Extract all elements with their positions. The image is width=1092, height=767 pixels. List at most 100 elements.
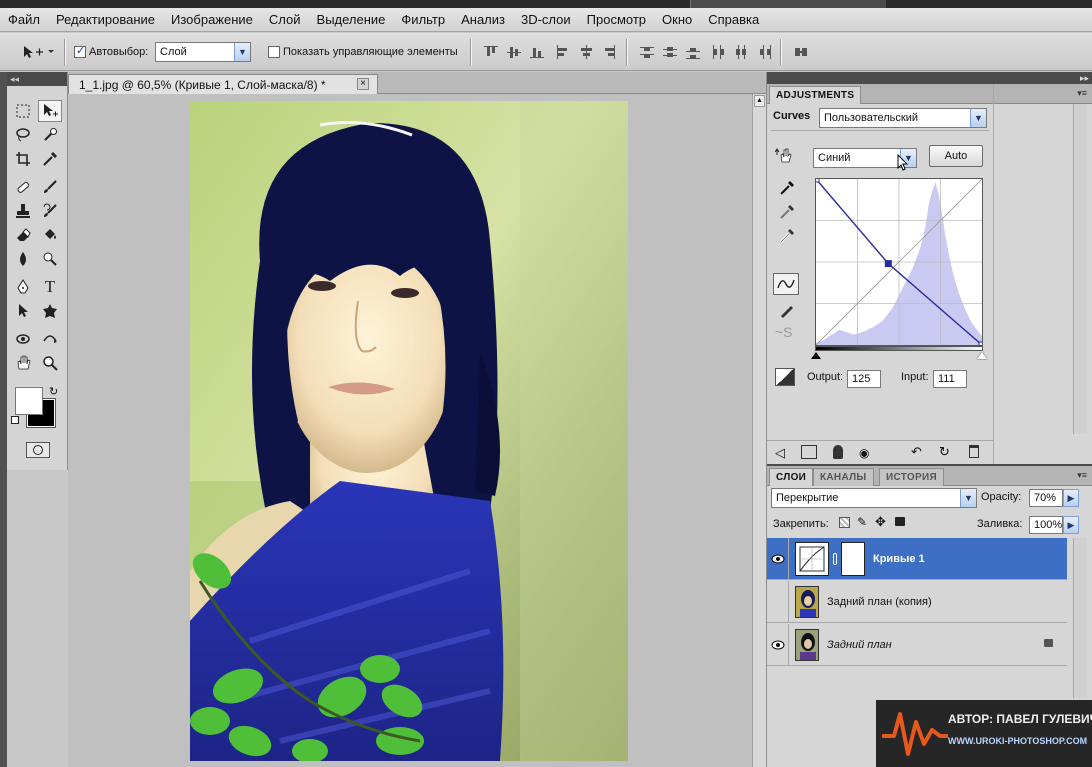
lock-all-icon[interactable] [895, 517, 905, 526]
clone-stamp-tool-icon[interactable] [11, 200, 35, 222]
lock-transparency-icon[interactable] [839, 517, 850, 528]
layers-scrollbar[interactable] [1073, 538, 1087, 698]
distribute-left-icon[interactable] [711, 45, 725, 59]
curves-graph[interactable] [812, 175, 986, 349]
black-point-slider[interactable] [811, 352, 821, 359]
adjustments-scrollbar[interactable] [1073, 104, 1087, 434]
menu-layer[interactable]: Слой [261, 8, 309, 32]
distribute-bottom-icon[interactable] [686, 45, 700, 59]
photo-canvas[interactable] [190, 101, 628, 761]
white-point-eyedropper-icon[interactable] [779, 228, 795, 247]
layer-row-background[interactable]: Задний план [767, 623, 1067, 666]
quick-selection-tool-icon[interactable] [38, 124, 62, 146]
layer-row-curves[interactable]: Кривые 1 [767, 537, 1067, 580]
menu-help[interactable]: Справка [700, 8, 767, 32]
panel-menu-icon[interactable]: ▾≡ [1077, 88, 1087, 99]
visibility-eye-icon[interactable] [767, 623, 789, 666]
on-image-adjust-icon[interactable] [774, 146, 793, 167]
blur-tool-icon[interactable] [11, 248, 35, 270]
menu-filter[interactable]: Фильтр [393, 8, 453, 32]
menu-analysis[interactable]: Анализ [453, 8, 513, 32]
auto-align-layers-icon[interactable] [794, 45, 808, 59]
hand-tool-icon[interactable] [11, 352, 35, 374]
layer-row-background-copy[interactable]: Задний план (копия) [767, 580, 1067, 623]
brush-tool-icon[interactable] [38, 176, 62, 198]
auto-button[interactable]: Auto [929, 145, 983, 167]
checkbox-unchecked[interactable] [268, 46, 280, 58]
menu-view[interactable]: Просмотр [579, 8, 654, 32]
curves-preset-dropdown[interactable]: Пользовательский ▼ [819, 108, 987, 128]
black-point-eyedropper-icon[interactable] [779, 180, 795, 199]
tab-adjustments[interactable]: ADJUSTMENTS [769, 86, 862, 104]
align-left-icon[interactable] [556, 45, 570, 59]
align-vcenter-icon[interactable] [507, 45, 521, 59]
menu-edit[interactable]: Редактирование [48, 8, 163, 32]
crop-tool-icon[interactable] [11, 148, 35, 170]
chain-link-icon[interactable] [833, 552, 837, 565]
show-controls-checkbox[interactable]: Показать управляющие элементы [268, 33, 458, 71]
healing-brush-tool-icon[interactable] [11, 176, 35, 198]
eyedropper-tool-icon[interactable] [38, 148, 62, 170]
distribute-top-icon[interactable] [640, 45, 654, 59]
auto-select-dropdown[interactable]: Слой ▼ [155, 42, 251, 62]
zoom-tool-icon[interactable] [38, 352, 62, 374]
tab-history[interactable]: ИСТОРИЯ [879, 468, 944, 486]
vertical-scrollbar[interactable]: ▲ [752, 94, 766, 767]
pen-tool-icon[interactable] [11, 276, 35, 298]
visibility-eye-icon[interactable]: ◉ [859, 446, 869, 460]
menu-file[interactable]: Файл [0, 8, 48, 32]
white-point-slider[interactable] [977, 352, 987, 359]
custom-shape-tool-icon[interactable] [38, 300, 62, 322]
menu-image[interactable]: Изображение [163, 8, 261, 32]
3d-orbit-tool-icon[interactable] [38, 328, 62, 350]
align-top-icon[interactable] [484, 45, 498, 59]
expanded-view-icon[interactable] [801, 445, 817, 459]
back-arrow-icon[interactable]: ◁ [775, 445, 785, 461]
dodge-tool-icon[interactable] [38, 248, 62, 270]
view-previous-icon[interactable]: ↶ [911, 444, 922, 460]
align-hcenter-icon[interactable] [579, 45, 593, 59]
sample-image-icon[interactable] [775, 368, 795, 386]
distribute-right-icon[interactable] [757, 45, 771, 59]
scroll-up-arrow[interactable]: ▲ [754, 95, 765, 107]
opacity-field[interactable]: 70% [1029, 489, 1063, 507]
blend-mode-dropdown[interactable]: Перекрытие ▼ [771, 488, 977, 508]
lock-pixels-icon[interactable]: ✎ [857, 515, 867, 529]
curve-points-tool-icon[interactable] [773, 273, 799, 295]
paint-bucket-tool-icon[interactable] [38, 224, 62, 246]
swap-colors-icon[interactable]: ↻ [49, 385, 58, 398]
trash-icon[interactable] [969, 445, 979, 458]
auto-select-checkbox[interactable]: Автовыбор: [74, 33, 148, 71]
input-field[interactable]: 111 [933, 370, 967, 388]
visibility-toggle-empty[interactable] [767, 580, 789, 623]
align-bottom-icon[interactable] [530, 45, 544, 59]
document-tab[interactable]: 1_1.jpg @ 60,5% (Кривые 1, Слой-маска/8)… [68, 74, 378, 94]
move-tool-preset[interactable] [22, 33, 54, 71]
tab-layers[interactable]: СЛОИ [769, 468, 814, 486]
opacity-slider-arrow[interactable]: ▶ [1063, 489, 1079, 507]
visibility-eye-icon[interactable] [767, 537, 789, 580]
tab-channels[interactable]: КАНАЛЫ [813, 468, 874, 486]
eraser-tool-icon[interactable] [11, 224, 35, 246]
fill-slider-arrow[interactable]: ▶ [1063, 516, 1079, 534]
clip-to-layer-icon[interactable] [833, 445, 843, 459]
marquee-tool-icon[interactable] [11, 100, 35, 122]
distribute-vcenter-icon[interactable] [663, 45, 677, 59]
output-field[interactable]: 125 [847, 370, 881, 388]
reset-icon[interactable]: ↻ [939, 444, 950, 460]
toolbox-header[interactable]: ◂◂ [7, 72, 67, 86]
history-brush-tool-icon[interactable] [38, 200, 62, 222]
menu-window[interactable]: Окно [654, 8, 700, 32]
layer-mask-thumb[interactable] [841, 541, 865, 576]
menu-select[interactable]: Выделение [309, 8, 394, 32]
close-icon[interactable]: × [357, 78, 369, 90]
quick-mask-icon[interactable] [26, 442, 50, 458]
reset-colors-icon[interactable] [11, 416, 19, 424]
move-tool-icon[interactable] [38, 100, 62, 122]
dock-header[interactable]: ▸▸ [767, 72, 1092, 84]
menu-3d[interactable]: 3D-слои [513, 8, 579, 32]
pencil-tool-icon[interactable] [779, 302, 795, 321]
lock-position-icon[interactable]: ✥ [875, 514, 886, 530]
foreground-color-swatch[interactable] [15, 387, 43, 415]
path-selection-tool-icon[interactable] [11, 300, 35, 322]
